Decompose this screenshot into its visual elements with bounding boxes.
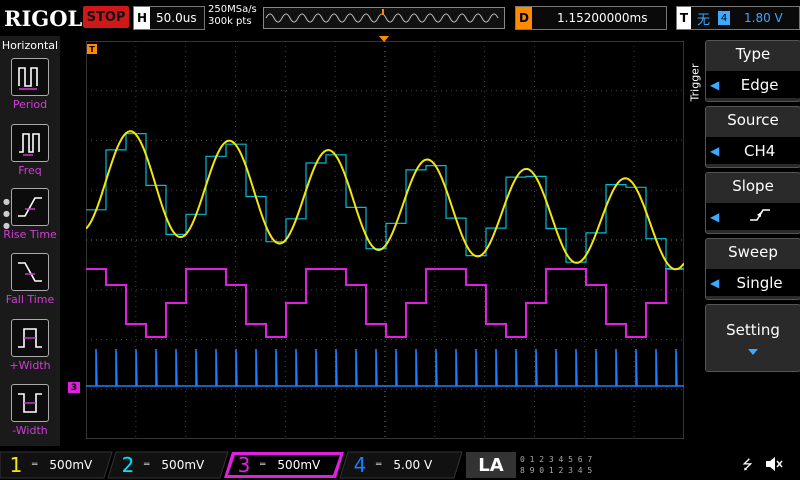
- channel-3-scale: 500mV: [277, 458, 321, 472]
- trigger-type-title: Type: [735, 45, 771, 63]
- channel-1-scale: 500mV: [49, 458, 93, 472]
- trigger-label: T: [677, 7, 691, 29]
- measure-positive-width-button[interactable]: +Width: [0, 319, 60, 372]
- memory-waveform-preview: [265, 9, 499, 23]
- fall-time-icon: [11, 253, 49, 291]
- memory-position-bar[interactable]: [263, 7, 505, 29]
- trigger-position-marker[interactable]: T: [87, 44, 97, 54]
- trigger-status[interactable]: T ⽆ 4 1.80 V: [676, 6, 800, 30]
- dc-coupling-icon: ═: [260, 460, 266, 470]
- trigger-level: 1.80 V: [744, 11, 783, 25]
- logic-analyzer-button[interactable]: LA: [466, 452, 516, 478]
- trigger-setting-button[interactable]: Setting: [705, 304, 800, 372]
- delay-label: D: [516, 7, 532, 29]
- measure-negative-width-button[interactable]: -Width: [0, 384, 60, 437]
- measure-positive-width-label: +Width: [9, 359, 51, 372]
- channel-4-scale: 5.00 V: [393, 458, 433, 472]
- horizontal-menu: Horizontal Period Freq ● ● ● Rise Time Fal…: [0, 36, 60, 446]
- left-arrow-icon: ◀: [710, 77, 720, 92]
- channel-2-scale: 500mV: [161, 458, 205, 472]
- delay-readout[interactable]: D 1.15200000ms: [515, 6, 667, 30]
- rising-slope-icon: [749, 208, 770, 221]
- dc-coupling-icon: ═: [144, 460, 150, 470]
- trigger-sweep-value: Single: [736, 273, 783, 292]
- trigger-source-value: CH4: [743, 141, 776, 160]
- period-icon: [11, 58, 49, 96]
- measure-period-button[interactable]: Period: [0, 58, 60, 111]
- horizontal-timebase[interactable]: H 50.0us: [133, 6, 205, 30]
- horizontal-label: H: [134, 7, 150, 29]
- positive-width-icon: [11, 319, 49, 357]
- usb-icon: ⭍: [742, 458, 753, 473]
- measure-fall-time-button[interactable]: Fall Time: [0, 253, 60, 306]
- horizontal-trigger-arrow: [379, 36, 389, 42]
- channel-bar: 1 ═ 500mV 2 ═ 500mV 3 ═ 500mV 4 ═ 5.00 V: [0, 450, 800, 480]
- trigger-channel-badge: 4: [718, 11, 731, 25]
- channel-1-number: 1: [9, 453, 23, 477]
- left-arrow-icon: ◀: [710, 209, 720, 224]
- channel-2-number: 2: [121, 453, 135, 477]
- channel-4-tab[interactable]: 4 ═ 5.00 V: [350, 452, 433, 478]
- left-arrow-icon: ◀: [710, 143, 720, 158]
- trigger-sweep-button[interactable]: Sweep ◀ Single: [705, 238, 800, 300]
- measure-freq-button[interactable]: Freq: [0, 124, 60, 177]
- dc-coupling-icon: ═: [376, 460, 382, 470]
- channel-1-tab[interactable]: 1 ═ 500mV: [6, 452, 93, 478]
- brand-logo: RIGOL: [4, 6, 83, 31]
- run-stop-indicator[interactable]: STOP: [83, 6, 129, 28]
- measure-negative-width-label: -Width: [12, 424, 48, 437]
- trigger-type-button[interactable]: Type ◀ Edge: [705, 40, 800, 102]
- trigger-source-title: Source: [727, 111, 779, 129]
- memory-depth: 300k pts: [208, 16, 252, 27]
- trigger-source-button[interactable]: Source ◀ CH4: [705, 106, 800, 168]
- channel-3-offset-marker[interactable]: 3: [68, 382, 80, 393]
- dc-coupling-icon: ═: [32, 460, 38, 470]
- delay-value: 1.15200000ms: [557, 11, 648, 25]
- trigger-slope-button[interactable]: Slope ◀: [705, 172, 800, 234]
- freq-icon: [11, 124, 49, 162]
- left-arrow-icon: ◀: [710, 275, 720, 290]
- trigger-setting-title: Setting: [726, 321, 780, 339]
- trigger-type-value: Edge: [740, 75, 779, 94]
- chevron-down-icon: [748, 349, 758, 355]
- acquisition-info: 250MSa/s 300k pts: [208, 4, 257, 28]
- measure-fall-time-label: Fall Time: [5, 293, 55, 306]
- horizontal-menu-title: Horizontal: [1, 39, 59, 52]
- measure-rise-time-label: Rise Time: [3, 228, 57, 241]
- speaker-mute-icon[interactable]: [764, 455, 784, 477]
- measure-period-label: Period: [12, 98, 48, 111]
- measure-freq-label: Freq: [18, 164, 42, 177]
- trigger-slope-title: Slope: [732, 177, 774, 195]
- trigger-menu-title: Trigger: [688, 63, 702, 102]
- channel-4-number: 4: [353, 453, 367, 477]
- logic-analyzer-channels: 0 1 2 3 4 5 6 7 8 9 0 1 2 3 4 5: [520, 455, 593, 475]
- trigger-sweep-title: Sweep: [728, 243, 778, 261]
- channel-3-tab[interactable]: 3 ═ 500mV: [234, 452, 321, 478]
- timebase-value: 50.0us: [156, 11, 197, 25]
- status-bar: RIGOL STOP H 50.0us 250MSa/s 300k pts D …: [0, 0, 800, 36]
- sample-rate: 250MSa/s: [208, 4, 257, 15]
- channel-2-tab[interactable]: 2 ═ 500mV: [118, 452, 205, 478]
- channel-3-number: 3: [237, 453, 251, 477]
- negative-width-icon: [11, 384, 49, 422]
- trigger-menu: Trigger Type ◀ Edge Source ◀ CH4 Slope ◀ S…: [686, 36, 800, 446]
- waveform-display[interactable]: [86, 41, 684, 439]
- rise-time-icon: [11, 188, 49, 226]
- measure-rise-time-button[interactable]: Rise Time: [0, 188, 60, 241]
- rising-edge-icon: ⽆: [697, 12, 711, 28]
